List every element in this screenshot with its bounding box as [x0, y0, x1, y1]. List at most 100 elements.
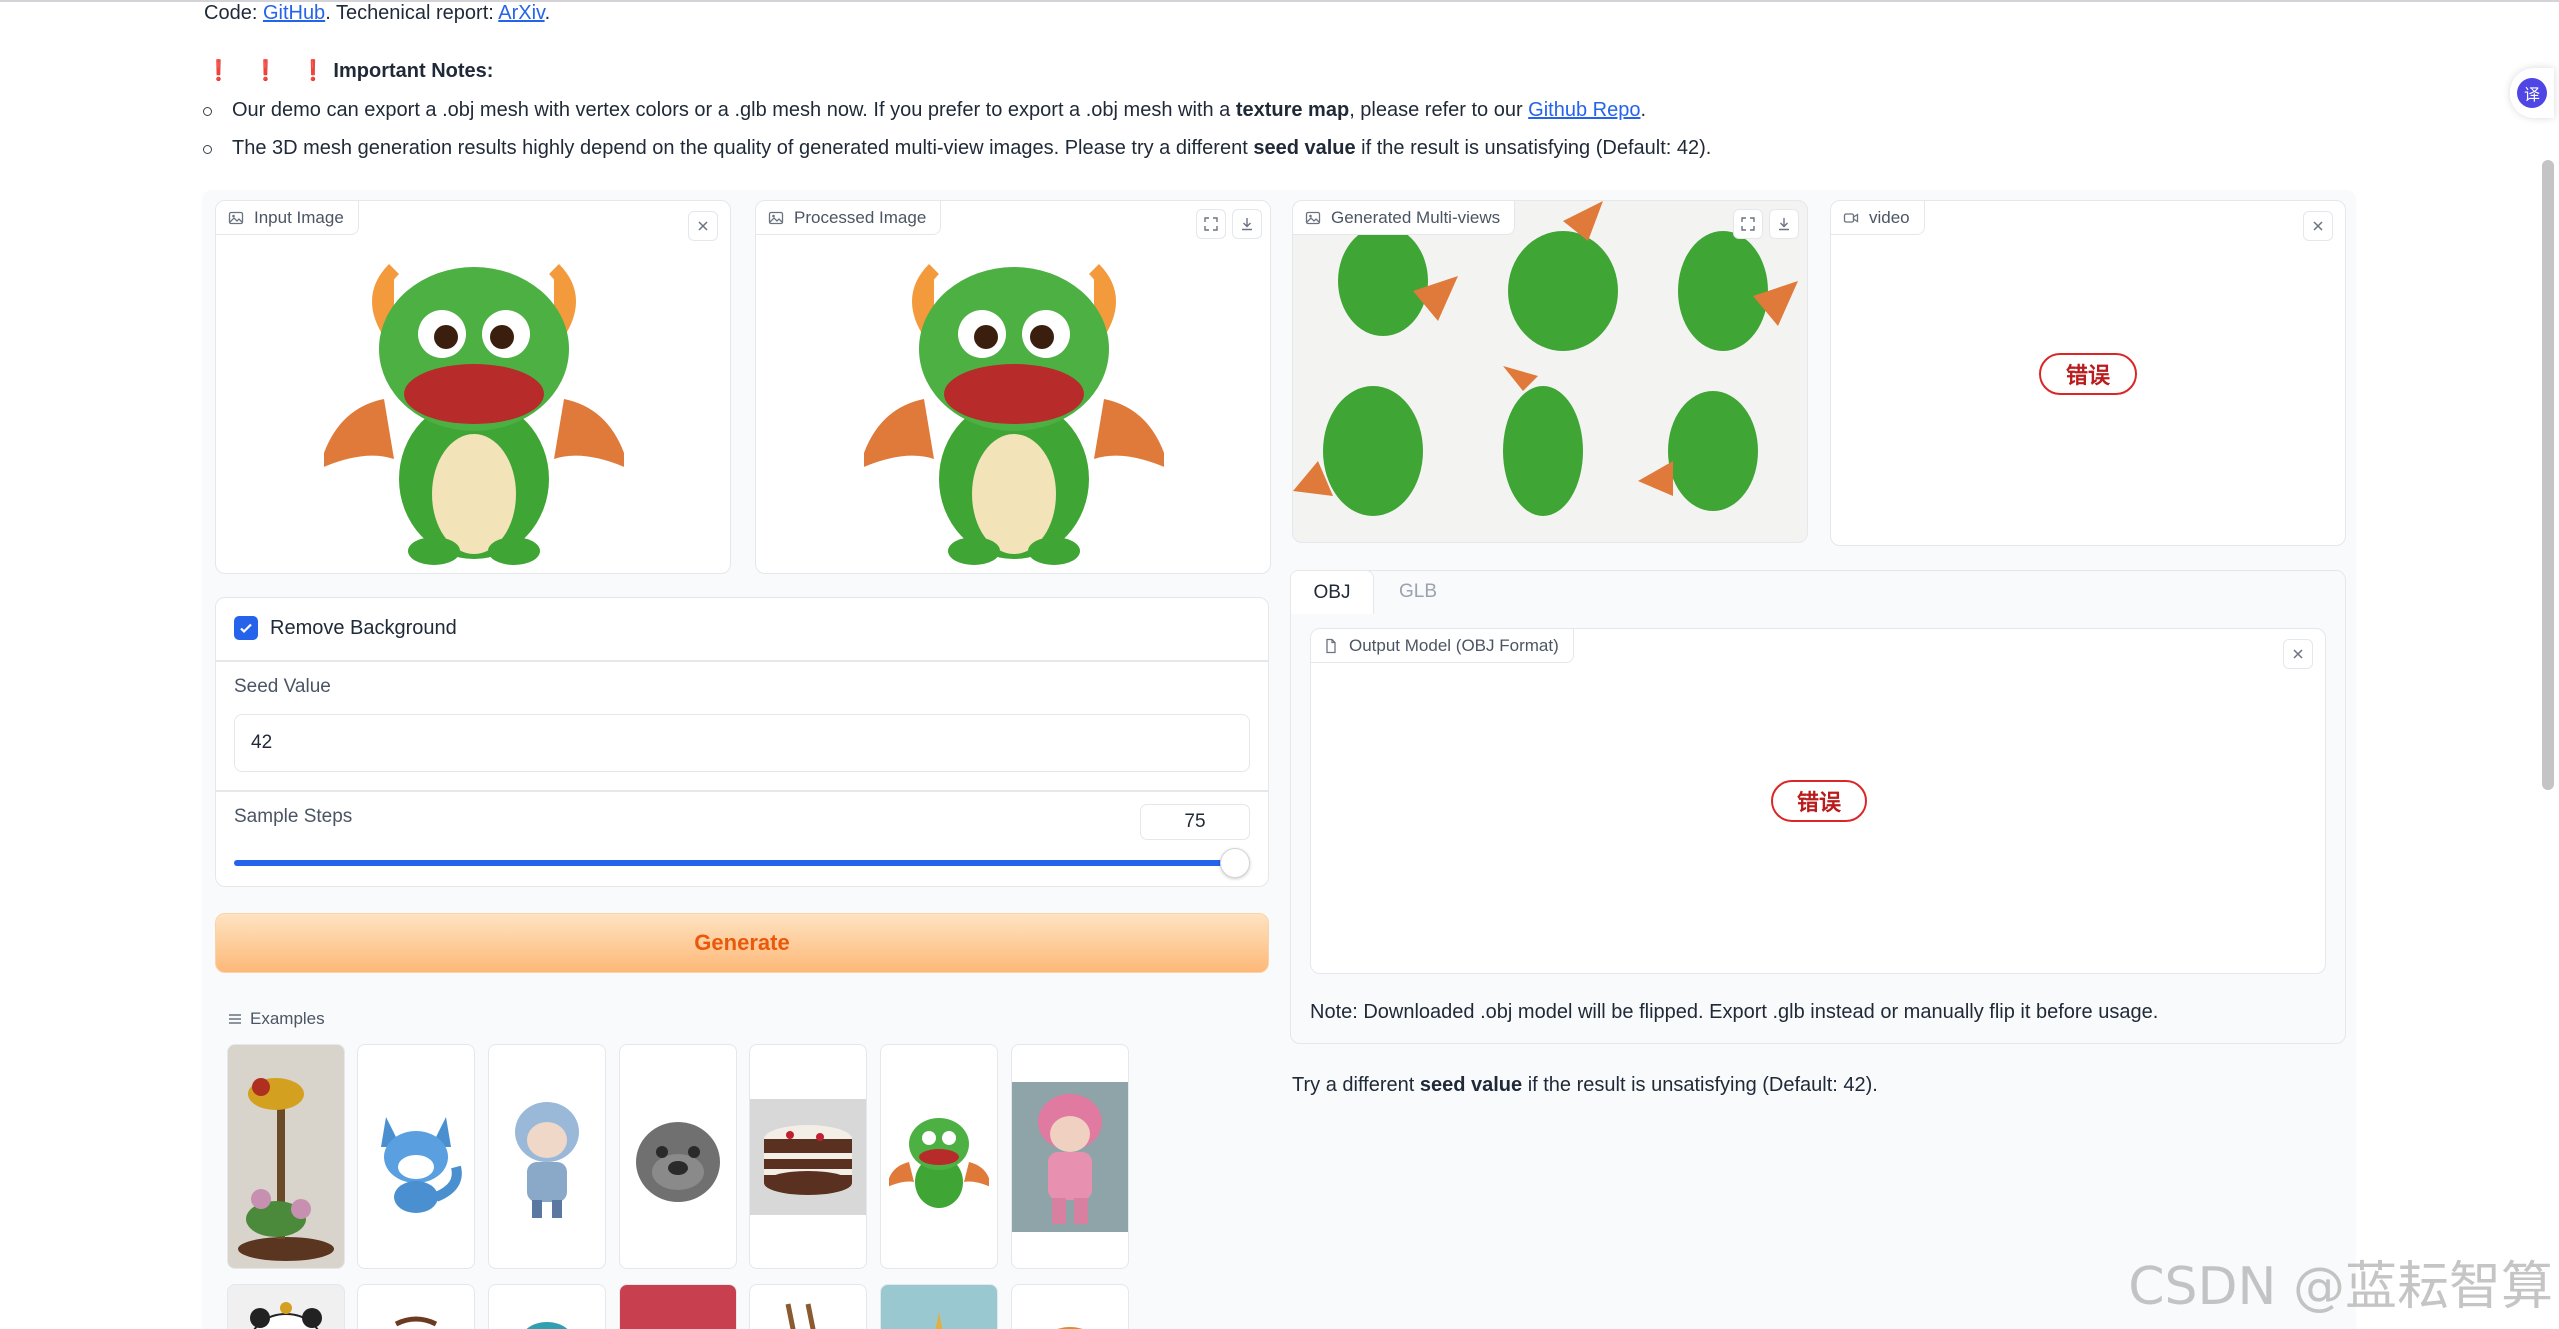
- video-error-badge: 错误: [2039, 353, 2137, 395]
- teal-object-icon: [526, 1322, 568, 1329]
- multiviews-card: Generated Multi-views: [1292, 200, 1808, 543]
- translate-button[interactable]: 译: [2510, 68, 2554, 118]
- multiviews-tag: Generated Multi-views: [1293, 201, 1516, 235]
- check-icon: [240, 623, 252, 634]
- download-icon: [1242, 218, 1252, 231]
- seed-tip-text-b: if the result is unsatisfying (Default: …: [1522, 1074, 1878, 1096]
- seed-tip: Try a different seed value if the result…: [1292, 1074, 1878, 1097]
- bullet2-text-b: if the result is unsatisfying (Default: …: [1355, 137, 1712, 159]
- example-stool[interactable]: [749, 1284, 867, 1329]
- example-panda[interactable]: [227, 1284, 345, 1329]
- close-icon: [2313, 221, 2323, 231]
- processed-image-card: Processed Image: [755, 200, 1271, 574]
- remove-background-row[interactable]: Remove Background: [234, 616, 457, 640]
- girl-figure-icon: [1012, 1081, 1128, 1232]
- red-object-icon: [628, 1294, 728, 1329]
- code-line: Code: GitHub. Techenical report: ArXiv.: [204, 2, 550, 25]
- fullscreen-icon: [1204, 217, 1218, 231]
- tab-glb[interactable]: GLB: [1376, 570, 1460, 614]
- bullet1-text-b: , please refer to our: [1349, 99, 1529, 121]
- close-icon: [698, 221, 708, 231]
- tab-obj[interactable]: OBJ: [1290, 570, 1374, 614]
- list-icon: [229, 1014, 241, 1024]
- bullet2-bold: seed value: [1253, 137, 1356, 159]
- remove-background-label: Remove Background: [270, 616, 457, 639]
- output-model-label: Output Model (OBJ Format): [1349, 635, 1559, 655]
- download-icon: [1779, 218, 1789, 231]
- bullet1-text-c: .: [1640, 99, 1647, 121]
- generate-button[interactable]: Generate: [215, 913, 1269, 973]
- multiviews-fullscreen-button[interactable]: [1733, 209, 1763, 239]
- fox-figure-icon: [381, 1116, 462, 1213]
- multiviews-download-button[interactable]: [1769, 209, 1799, 239]
- output-error-badge: 错误: [1771, 780, 1867, 822]
- remove-background-checkbox[interactable]: [234, 616, 258, 640]
- clear-video-button[interactable]: [2303, 211, 2333, 241]
- notes-heading: ❗ ❗ ❗Important Notes:: [206, 58, 493, 83]
- sample-steps-slider-track[interactable]: [234, 848, 1250, 878]
- fullscreen-icon: [1741, 217, 1755, 231]
- panda-thumb-icon: [250, 1302, 322, 1329]
- app-root: Code: GitHub. Techenical report: ArXiv. …: [0, 0, 2559, 1329]
- obj-note: Note: Downloaded .obj model will be flip…: [1310, 1001, 2159, 1023]
- bullet2-text: The 3D mesh generation results highly de…: [232, 137, 1254, 159]
- dragon-processed-image: [864, 264, 1164, 565]
- fullscreen-button[interactable]: [1196, 209, 1226, 239]
- sample-steps-number-input[interactable]: 75: [1140, 804, 1250, 840]
- clear-input-button[interactable]: [688, 211, 718, 241]
- unicorn-thumb-icon: [935, 1312, 943, 1329]
- sample-steps-slider-thumb[interactable]: [1219, 848, 1250, 878]
- github-repo-link[interactable]: Github Repo: [1528, 99, 1640, 121]
- seed-tip-text: Try a different: [1292, 1074, 1420, 1096]
- arxiv-link[interactable]: ArXiv: [498, 2, 544, 24]
- clear-output-button[interactable]: [2283, 639, 2313, 669]
- image-icon: [1305, 211, 1321, 224]
- file-icon: [1326, 638, 1336, 653]
- example-dragon[interactable]: [880, 1044, 998, 1269]
- stool-thumb-icon: [785, 1303, 816, 1329]
- chair-thumb-icon: [394, 1316, 438, 1327]
- example-bird[interactable]: [227, 1044, 345, 1269]
- example-red-object[interactable]: [619, 1284, 737, 1329]
- input-image-label: Input Image: [254, 207, 344, 227]
- controls-card: Remove Background Seed Value 42 Sample S…: [215, 597, 1269, 887]
- example-girl[interactable]: [1011, 1044, 1129, 1269]
- processed-image-label: Processed Image: [794, 207, 927, 227]
- example-bulldog[interactable]: [619, 1044, 737, 1269]
- example-unicorn[interactable]: [880, 1284, 998, 1329]
- example-teal-object[interactable]: [488, 1284, 606, 1329]
- report-text: . Techenical report:: [325, 2, 499, 24]
- close-icon: [2293, 649, 2303, 659]
- example-doll[interactable]: [488, 1044, 606, 1269]
- bullet-icon: [203, 145, 212, 154]
- notes-title: Important Notes:: [333, 60, 494, 82]
- input-image-card[interactable]: Input Image: [215, 200, 731, 574]
- page-scrollbar[interactable]: [2542, 160, 2554, 790]
- divider: [216, 660, 1268, 662]
- seed-value-input[interactable]: 42: [234, 714, 1250, 772]
- example-cake[interactable]: [749, 1044, 867, 1269]
- watermark: CSDN @蓝耘智算: [2128, 1257, 2553, 1317]
- example-fox[interactable]: [357, 1044, 475, 1269]
- bulldog-bust-icon: [636, 1121, 720, 1202]
- code-prefix: Code:: [204, 2, 263, 24]
- cake-icon: [750, 1098, 866, 1215]
- dragon-image: [324, 264, 624, 565]
- example-tiger[interactable]: [1011, 1284, 1129, 1329]
- sample-steps-slider-fill: [234, 860, 1235, 866]
- dragon-thumb-icon: [889, 1117, 989, 1208]
- examples-label: Examples: [250, 1009, 325, 1028]
- note-bullet-2: The 3D mesh generation results highly de…: [232, 137, 1711, 160]
- video-card: video 错误: [1830, 200, 2346, 546]
- bullet1-bold: texture map: [1235, 99, 1350, 121]
- example-chair[interactable]: [357, 1284, 475, 1329]
- divider: [216, 790, 1268, 792]
- translate-icon: 译: [2517, 78, 2547, 108]
- download-button[interactable]: [1232, 209, 1262, 239]
- seed-tip-bold: seed value: [1419, 1074, 1523, 1096]
- output-model-card: Output Model (OBJ Format) 错误: [1310, 628, 2326, 974]
- video-tag: video: [1831, 201, 1925, 235]
- github-link[interactable]: GitHub: [263, 2, 325, 24]
- output-model-tag: Output Model (OBJ Format): [1311, 629, 1574, 663]
- sample-steps-label: Sample Steps: [234, 806, 353, 827]
